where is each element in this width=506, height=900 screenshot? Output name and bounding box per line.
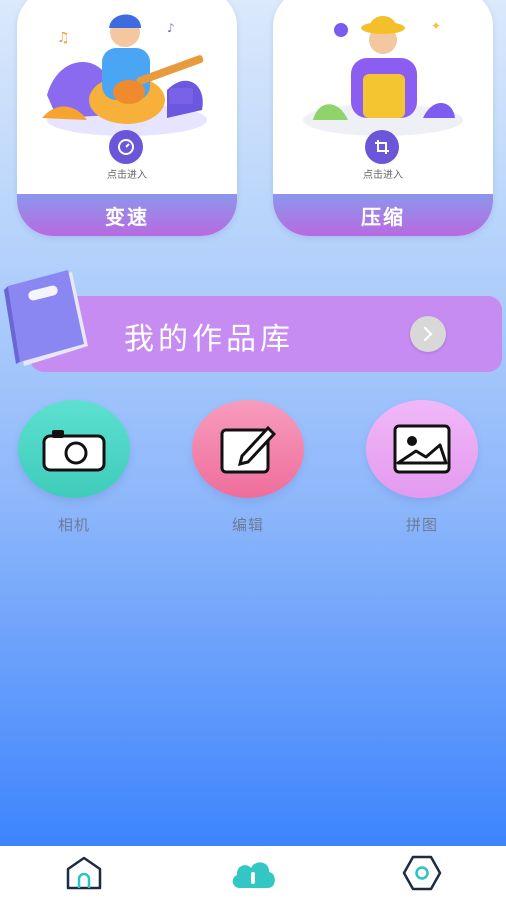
guitarist-illustration: ♫ ♪ [42,14,207,136]
camera-icon [42,430,106,472]
works-title: 我的作品库 [124,322,294,357]
cloud-icon [232,862,275,888]
card-hint: 点击进入 [107,170,147,181]
nav-cloud[interactable] [223,846,283,900]
speed-card[interactable]: ♫ ♪ 点击进入 变速 [17,0,237,236]
crop-icon [365,130,399,164]
svg-text:✦: ✦ [431,19,441,33]
nav-home[interactable] [54,846,114,900]
home-icon [67,856,102,890]
collage-tool[interactable]: 拼图 [366,400,478,535]
nav-settings[interactable] [392,846,452,900]
settings-icon [402,855,441,891]
compress-card[interactable]: ✦ 点击进入 压缩 [273,0,493,236]
tool-label: 编辑 [231,516,264,534]
camera-tool[interactable]: 相机 [18,400,130,535]
edit-icon [220,425,277,474]
chevron-right-icon[interactable] [410,316,446,352]
card-label: 变速 [17,194,237,236]
edit-tool-circle[interactable] [192,400,304,498]
edit-tool[interactable]: 编辑 [192,400,304,535]
card-hint: 点击进入 [363,170,403,181]
tool-label: 相机 [57,516,90,534]
book-icon [4,270,88,366]
tool-label: 拼图 [405,516,438,534]
speed-icon [109,130,143,164]
camera-tool-circle[interactable] [18,400,130,498]
image-icon [393,424,451,474]
person-illustration: ✦ [303,16,463,136]
svg-text:♪: ♪ [167,21,175,35]
works-banner[interactable]: 我的作品库 [30,296,502,372]
card-label: 压缩 [273,194,493,236]
svg-text:♫: ♫ [57,30,70,46]
collage-tool-circle[interactable] [366,400,478,498]
bottom-nav [0,846,506,900]
